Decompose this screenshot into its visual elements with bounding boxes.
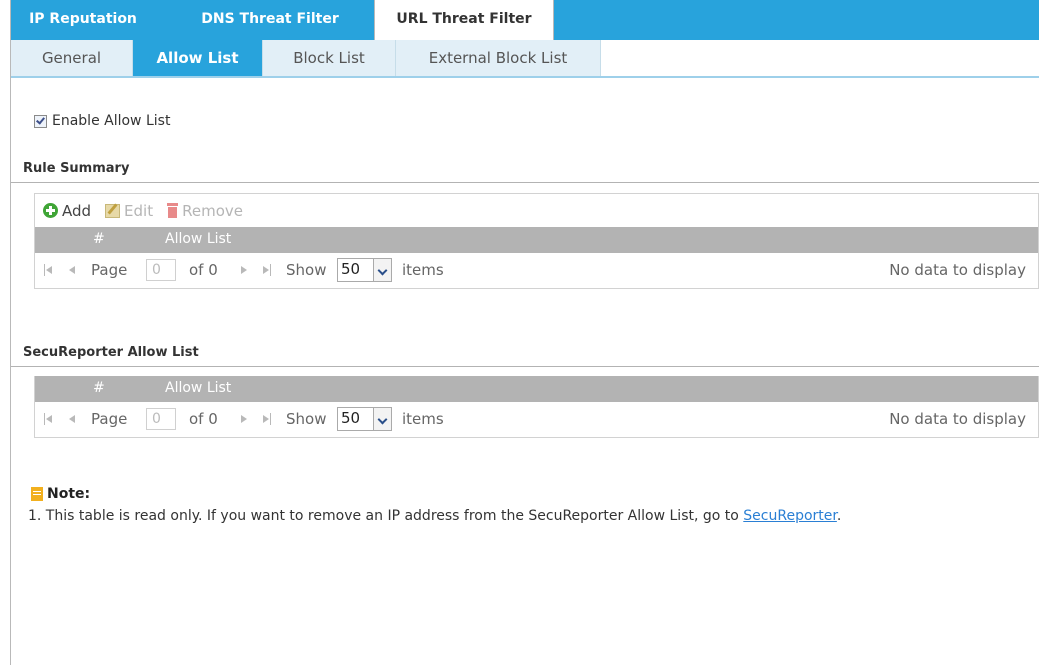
first-page-icon[interactable] [43, 413, 53, 425]
page-of-label: of 0 [189, 410, 218, 428]
sub-tab-bar: General Allow List Block List External B… [11, 40, 1039, 78]
page-of-label: of 0 [189, 261, 218, 279]
note-suffix: . [836, 508, 842, 524]
tab-block-list[interactable]: Block List [263, 40, 396, 76]
add-label: Add [62, 201, 92, 220]
page-number-input[interactable]: 0 [146, 259, 176, 281]
secureporter-header: # Allow List [35, 376, 1038, 402]
last-page-icon[interactable] [262, 413, 272, 425]
remove-button[interactable]: Remove [167, 202, 243, 220]
chevron-down-icon [373, 408, 391, 430]
items-label: items [402, 410, 444, 428]
note-text: 1. This table is read only. If you want … [28, 508, 841, 524]
column-header-allow-list[interactable]: Allow List [165, 231, 231, 247]
tab-allow-list[interactable]: Allow List [133, 40, 263, 76]
last-page-icon[interactable] [262, 264, 272, 276]
enable-allow-list-row: Enable Allow List [34, 111, 170, 131]
show-label: Show [286, 410, 327, 428]
secureporter-table: # Allow List Page 0 of 0 Show 50 items N… [34, 376, 1039, 438]
edit-label: Edit [124, 201, 154, 220]
tab-ip-reputation[interactable]: IP Reputation [11, 0, 155, 40]
rule-summary-pager: Page 0 of 0 Show 50 items No data to dis… [35, 253, 1038, 288]
top-tab-bar: IP Reputation DNS Threat Filter URL Thre… [11, 0, 1039, 40]
chevron-down-icon [373, 259, 391, 281]
edit-button[interactable]: Edit [105, 202, 153, 220]
column-header-number[interactable]: # [93, 380, 105, 396]
page-size-value: 50 [341, 409, 361, 427]
add-icon [43, 203, 58, 218]
note-icon [31, 487, 43, 501]
page-number-input[interactable]: 0 [146, 408, 176, 430]
secureporter-title: SecuReporter Allow List [23, 345, 199, 360]
tab-general[interactable]: General [11, 40, 133, 76]
page-size-value: 50 [341, 260, 361, 278]
page-label: Page [91, 410, 128, 428]
trash-icon [167, 203, 179, 218]
remove-label: Remove [182, 201, 243, 220]
secureporter-pager: Page 0 of 0 Show 50 items No data to dis… [35, 402, 1038, 437]
show-label: Show [286, 261, 327, 279]
enable-allow-list-checkbox[interactable] [34, 114, 47, 128]
edit-icon [105, 203, 121, 218]
secureporter-divider [11, 366, 1039, 367]
add-button[interactable]: Add [43, 202, 91, 220]
secureporter-link[interactable]: SecuReporter [743, 508, 837, 524]
column-header-allow-list[interactable]: Allow List [165, 380, 231, 396]
rule-summary-table: Add Edit Remove # Allow List Page 0 of 0… [34, 193, 1039, 289]
no-data-status: No data to display [889, 410, 1026, 428]
column-header-number[interactable]: # [93, 231, 105, 247]
page-size-select[interactable]: 50 [337, 407, 392, 431]
rule-summary-toolbar: Add Edit Remove [35, 194, 1038, 227]
content-frame: IP Reputation DNS Threat Filter URL Thre… [10, 0, 1039, 665]
items-label: items [402, 261, 444, 279]
check-icon [36, 114, 45, 125]
no-data-status: No data to display [889, 261, 1026, 279]
tab-external-block-list[interactable]: External Block List [396, 40, 601, 76]
rule-summary-divider [11, 182, 1039, 183]
tab-dns-threat-filter[interactable]: DNS Threat Filter [185, 0, 355, 40]
next-page-icon[interactable] [241, 415, 247, 423]
prev-page-icon[interactable] [69, 415, 75, 423]
prev-page-icon[interactable] [69, 266, 75, 274]
rule-summary-title: Rule Summary [23, 161, 130, 176]
tab-url-threat-filter[interactable]: URL Threat Filter [374, 0, 554, 40]
page-size-select[interactable]: 50 [337, 258, 392, 282]
note-title: Note: [47, 486, 91, 502]
enable-allow-list-label: Enable Allow List [52, 113, 171, 129]
first-page-icon[interactable] [43, 264, 53, 276]
rule-summary-header: # Allow List [35, 227, 1038, 253]
note-body: 1. This table is read only. If you want … [28, 508, 744, 524]
next-page-icon[interactable] [241, 266, 247, 274]
page-label: Page [91, 261, 128, 279]
